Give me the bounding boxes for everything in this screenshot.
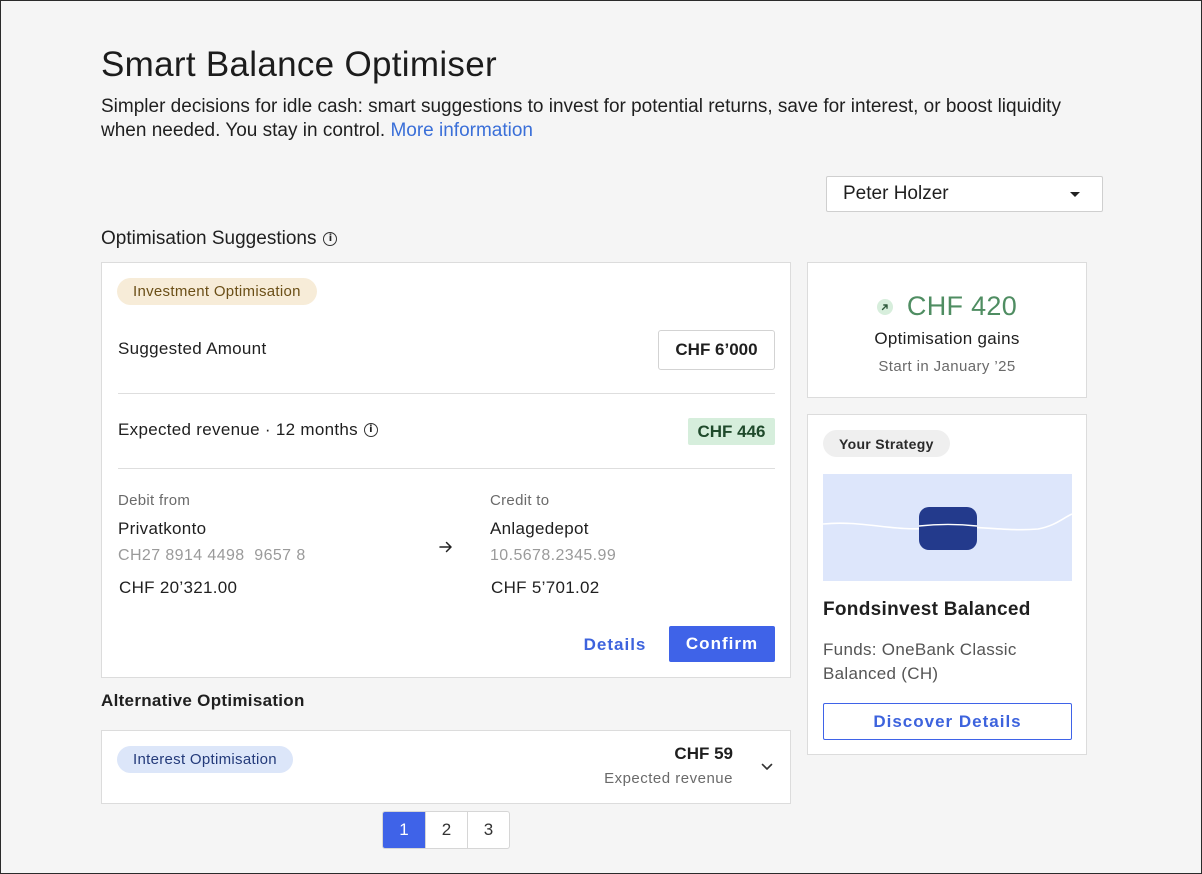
page-intro: Simpler decisions for idle cash: smart s… (101, 95, 1081, 143)
arrow-right-icon (439, 541, 452, 553)
divider (118, 393, 775, 394)
divider (118, 468, 775, 469)
pagination: 1 2 3 (382, 811, 510, 849)
page-title: Smart Balance Optimiser (101, 45, 497, 84)
expected-revenue-badge: CHF 446 (688, 418, 775, 445)
investment-optimisation-tag: Investment Optimisation (117, 278, 317, 305)
credit-account-name: Anlagedepot (490, 519, 589, 538)
more-information-link[interactable]: More information (390, 120, 533, 141)
debit-account-balance: CHF 20’321.00 (119, 578, 238, 597)
page-button-3[interactable]: 3 (467, 812, 509, 848)
gain-value-row: CHF 420 (808, 291, 1086, 322)
strategy-card: Your Strategy Fondsinvest Balanced Funds… (807, 414, 1087, 755)
info-icon[interactable]: i (363, 423, 378, 437)
alternative-amount: CHF 59 (674, 744, 733, 763)
gain-start-date: Start in January ’25 (878, 358, 1016, 375)
details-button[interactable]: Details (570, 627, 660, 663)
debit-account-name: Privatkonto (118, 519, 207, 538)
suggested-amount-label: Suggested Amount (118, 339, 267, 358)
page-button-2[interactable]: 2 (425, 812, 467, 848)
suggestion-card: Investment Optimisation Suggested Amount… (101, 262, 791, 678)
suggestions-heading: Optimisation Suggestions i (101, 228, 338, 250)
confirm-button[interactable]: Confirm (669, 626, 775, 662)
credit-account-number: 10.5678.2345.99 (490, 547, 617, 564)
page-button-1[interactable]: 1 (383, 812, 425, 848)
chevron-down-icon[interactable] (761, 763, 773, 771)
info-icon[interactable]: i (323, 232, 338, 246)
expected-revenue-row: Expected revenue · 12 months i (118, 420, 378, 440)
suggestions-title: Optimisation Suggestions (101, 228, 317, 249)
discover-details-button[interactable]: Discover Details (823, 703, 1072, 740)
suggested-amount-input[interactable]: CHF 6’000 (658, 330, 775, 370)
intro-text: Simpler decisions for idle cash: smart s… (101, 96, 1061, 141)
strategy-illustration (823, 474, 1072, 581)
strategy-description: Funds: OneBank Classic Balanced (CH) (823, 640, 1017, 683)
alternative-optimisation-title: Alternative Optimisation (101, 691, 305, 710)
user-select[interactable]: Peter Holzer (826, 176, 1103, 212)
credit-account-balance: CHF 5’701.02 (491, 578, 600, 597)
your-strategy-tag: Your Strategy (823, 430, 950, 457)
user-select-value: Peter Holzer (843, 183, 949, 204)
credit-to-label: Credit to (490, 492, 550, 509)
alternative-amount-label: Expected revenue (604, 770, 733, 787)
debit-account-iban: CH27 8914 4498 9657 8 (118, 547, 306, 564)
caret-down-icon (1070, 192, 1080, 197)
expected-revenue-label: Expected revenue · 12 months (118, 420, 358, 439)
alternative-optimisation-card[interactable]: Interest Optimisation CHF 59 Expected re… (101, 730, 791, 804)
trend-up-icon (876, 298, 893, 315)
gain-label: Optimisation gains (874, 329, 1020, 348)
optimisation-gains-card: CHF 420 Optimisation gains Start in Janu… (807, 262, 1087, 398)
gain-value: CHF 420 (906, 291, 1018, 321)
strategy-name: Fondsinvest Balanced (823, 599, 1031, 620)
app-frame: Smart Balance Optimiser Simpler decision… (0, 0, 1202, 874)
debit-from-label: Debit from (118, 492, 191, 509)
interest-optimisation-tag: Interest Optimisation (117, 746, 293, 773)
